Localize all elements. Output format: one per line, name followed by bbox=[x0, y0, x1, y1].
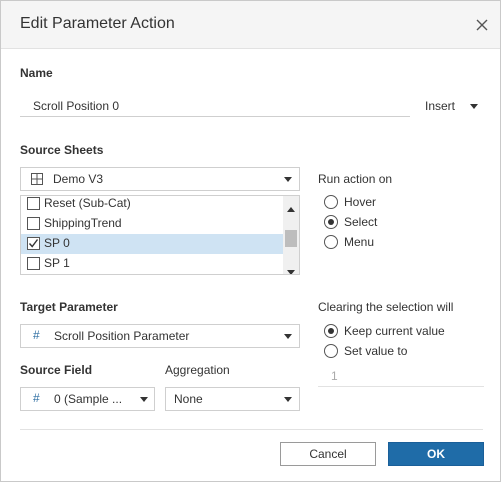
target-parameter-select[interactable]: # Scroll Position Parameter bbox=[20, 324, 300, 348]
radio-set-value-label: Set value to bbox=[344, 344, 408, 358]
radio-hover-label: Hover bbox=[344, 195, 377, 209]
source-field-label: Source Field bbox=[20, 363, 93, 377]
chevron-down-icon bbox=[140, 397, 148, 402]
dashboard-select[interactable]: Demo V3 bbox=[20, 167, 300, 191]
checkbox[interactable] bbox=[27, 217, 40, 230]
source-field-value: 0 (Sample ... bbox=[54, 392, 123, 406]
list-item[interactable]: SP 1 bbox=[21, 254, 284, 274]
source-field-select[interactable]: # 0 (Sample ... bbox=[20, 387, 155, 411]
list-item[interactable]: ShippingTrend bbox=[21, 214, 284, 234]
chevron-down-icon bbox=[284, 397, 292, 402]
title-bar: Edit Parameter Action bbox=[1, 1, 500, 49]
cancel-button[interactable]: Cancel bbox=[280, 442, 376, 466]
list-item-label: SP 1 bbox=[44, 256, 70, 270]
chevron-down-icon bbox=[284, 177, 292, 182]
list-item[interactable]: SP 0 bbox=[21, 234, 284, 254]
scroll-down-icon[interactable] bbox=[287, 264, 295, 274]
insert-label: Insert bbox=[425, 99, 456, 113]
divider bbox=[20, 429, 483, 430]
edit-parameter-action-dialog: Edit Parameter Action Name Insert Source… bbox=[0, 0, 501, 482]
scrollbar[interactable] bbox=[283, 196, 299, 274]
scroll-up-icon[interactable] bbox=[287, 201, 295, 215]
run-action-label: Run action on bbox=[318, 172, 393, 186]
radio-menu[interactable] bbox=[324, 235, 338, 249]
radio-select[interactable] bbox=[324, 215, 338, 229]
clearing-label: Clearing the selection will bbox=[318, 300, 454, 314]
name-label: Name bbox=[20, 66, 53, 80]
grid-icon bbox=[31, 173, 43, 188]
set-value-input[interactable]: 1 bbox=[318, 365, 484, 387]
checkbox-checked[interactable] bbox=[27, 237, 40, 250]
radio-selected-dot bbox=[328, 328, 334, 334]
scrollbar-thumb[interactable] bbox=[285, 230, 297, 247]
chevron-down-icon bbox=[284, 334, 292, 339]
aggregation-label: Aggregation bbox=[165, 363, 230, 377]
radio-selected-dot bbox=[328, 219, 334, 225]
source-sheets-list: Reset (Sub-Cat) ShippingTrend SP 0 SP 1 bbox=[20, 195, 300, 275]
aggregation-select[interactable]: None bbox=[165, 387, 300, 411]
list-item-label: Reset (Sub-Cat) bbox=[44, 196, 131, 210]
target-parameter-label: Target Parameter bbox=[20, 300, 118, 314]
radio-hover[interactable] bbox=[324, 195, 338, 209]
radio-set-value[interactable] bbox=[324, 344, 338, 358]
ok-button[interactable]: OK bbox=[388, 442, 484, 466]
set-value-text: 1 bbox=[331, 369, 338, 383]
hash-icon: # bbox=[33, 328, 40, 342]
checkbox[interactable] bbox=[27, 257, 40, 270]
list-item-label: SP 0 bbox=[44, 236, 70, 250]
chevron-down-icon[interactable] bbox=[470, 104, 478, 109]
list-item-label: ShippingTrend bbox=[44, 216, 122, 230]
insert-dropdown[interactable]: Insert bbox=[425, 99, 455, 113]
name-input[interactable] bbox=[20, 95, 410, 117]
radio-select-label: Select bbox=[344, 215, 378, 229]
aggregation-value: None bbox=[174, 392, 203, 406]
radio-keep-current-value[interactable] bbox=[324, 324, 338, 338]
radio-menu-label: Menu bbox=[344, 235, 375, 249]
source-sheets-label: Source Sheets bbox=[20, 143, 104, 157]
close-icon[interactable] bbox=[472, 15, 492, 35]
checkbox[interactable] bbox=[27, 197, 40, 210]
hash-icon: # bbox=[33, 391, 40, 405]
target-parameter-value: Scroll Position Parameter bbox=[54, 329, 190, 343]
dashboard-select-value: Demo V3 bbox=[53, 172, 104, 186]
check-icon bbox=[28, 239, 39, 248]
radio-keep-label: Keep current value bbox=[344, 324, 445, 338]
dialog-title: Edit Parameter Action bbox=[20, 15, 175, 32]
list-item[interactable]: Reset (Sub-Cat) bbox=[21, 196, 284, 214]
